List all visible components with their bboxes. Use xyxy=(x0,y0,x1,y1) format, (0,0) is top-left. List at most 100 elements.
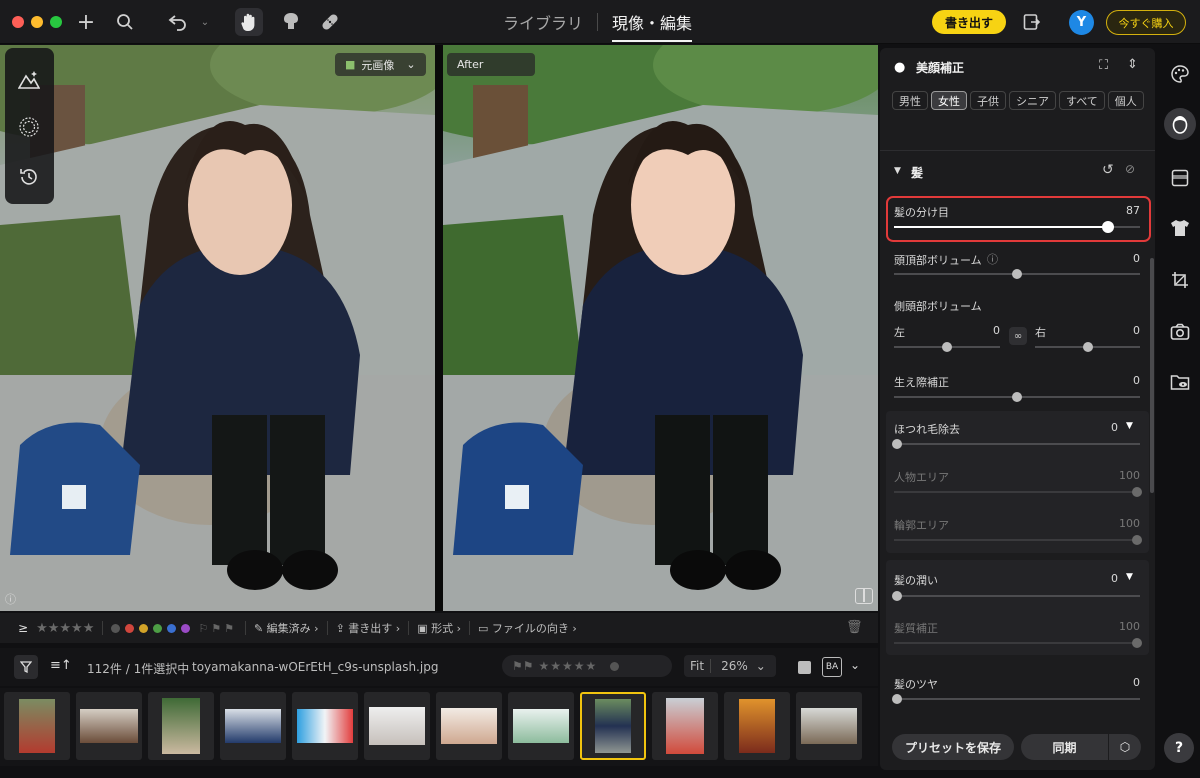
thumbnail[interactable] xyxy=(724,692,790,760)
add-icon[interactable]: + xyxy=(74,10,98,35)
rating-flag-quickset[interactable]: ⚑⚑ ★★★★★ xyxy=(502,655,672,677)
moisture-slider[interactable] xyxy=(892,591,1140,601)
thumbnail[interactable] xyxy=(436,692,502,760)
auto-adjust-mountain-icon[interactable] xyxy=(17,68,41,92)
panel-toggle-icon[interactable] xyxy=(1020,10,1044,34)
color-label-red[interactable] xyxy=(125,623,135,633)
chip-senior[interactable]: シニア xyxy=(1009,91,1056,110)
face-beauty-icon[interactable] xyxy=(1164,108,1196,140)
flag-filter-icons[interactable]: ⚐⚑⚑ xyxy=(198,622,237,635)
trash-icon[interactable]: 🗑 xyxy=(846,620,863,635)
color-label-purple[interactable] xyxy=(181,623,191,633)
thumbnail[interactable] xyxy=(508,692,574,760)
chip-male[interactable]: 男性 xyxy=(892,91,928,110)
hairline-slider[interactable] xyxy=(894,392,1140,402)
thumbnail-selected[interactable] xyxy=(580,692,646,760)
collapse-triangle-icon[interactable]: ▼ xyxy=(894,166,901,176)
single-view-icon[interactable] xyxy=(798,661,811,674)
face-detect-icon[interactable]: ⛶ xyxy=(1099,58,1108,73)
undo-history-chevron-icon[interactable]: ⌄ xyxy=(193,10,217,34)
zoom-control[interactable]: Fit 26% ⌄ xyxy=(684,655,776,677)
user-avatar[interactable]: Y xyxy=(1069,10,1094,35)
filter-funnel-icon[interactable] xyxy=(14,655,38,679)
help-icon[interactable]: ? xyxy=(1164,733,1194,763)
crown-volume-slider-knob[interactable] xyxy=(1012,269,1022,279)
texture-slider[interactable] xyxy=(894,638,1142,648)
thumbnail[interactable] xyxy=(4,692,70,760)
chip-individual[interactable]: 個人 xyxy=(1107,91,1144,110)
color-label-filter[interactable] xyxy=(111,623,191,633)
side-left-slider[interactable] xyxy=(894,342,1000,352)
palette-icon[interactable] xyxy=(1168,62,1192,86)
tab-library[interactable]: ライブラリ xyxy=(503,2,583,42)
chip-child[interactable]: 子供 xyxy=(970,91,1006,110)
rating-filter-icon[interactable]: ≥ xyxy=(18,621,28,635)
folder-eye-icon[interactable] xyxy=(1168,370,1192,394)
undo-icon[interactable] xyxy=(166,10,190,34)
format-filter[interactable]: ▣ 形式 › xyxy=(417,620,461,636)
eraser-icon[interactable]: ⊘ xyxy=(1125,162,1135,176)
side-right-slider-knob[interactable] xyxy=(1082,342,1093,352)
healing-bandage-icon[interactable] xyxy=(318,10,342,34)
before-photo[interactable] xyxy=(0,45,435,611)
split-divider[interactable] xyxy=(435,45,443,611)
compare-view-icon[interactable] xyxy=(855,588,873,604)
color-label-yellow[interactable] xyxy=(139,623,149,633)
reset-icon[interactable]: ↺ xyxy=(1102,162,1114,178)
sort-icon[interactable]: ≡↑ xyxy=(50,658,72,673)
hand-tool-icon[interactable] xyxy=(235,8,263,36)
thumbnail[interactable] xyxy=(148,692,214,760)
buy-now-button[interactable]: 今すぐ購入 xyxy=(1106,10,1186,35)
color-label-blue[interactable] xyxy=(167,623,177,633)
history-icon[interactable] xyxy=(17,165,41,189)
person-area-slider-knob[interactable] xyxy=(1132,487,1142,497)
thumbnail[interactable] xyxy=(364,692,430,760)
chip-female[interactable]: 女性 xyxy=(931,91,967,110)
face-compare-icon[interactable]: ⇕ xyxy=(1127,57,1138,72)
shine-slider-knob[interactable] xyxy=(892,694,902,704)
contour-area-slider[interactable] xyxy=(894,535,1142,545)
panel-scrollbar[interactable] xyxy=(1150,258,1154,493)
zoom-window-button[interactable] xyxy=(50,16,62,28)
tab-develop-edit[interactable]: 現像・編集 xyxy=(612,2,693,42)
crown-volume-slider[interactable] xyxy=(894,269,1140,279)
orientation-filter[interactable]: ▭ ファイルの向き › xyxy=(478,620,577,636)
flyaway-slider[interactable] xyxy=(892,439,1140,449)
before-after-view-icon[interactable]: BA xyxy=(822,657,842,677)
minimize-window-button[interactable] xyxy=(31,16,43,28)
texture-slider-knob[interactable] xyxy=(1132,638,1142,648)
before-dropdown[interactable]: ■ 元画像 ⌄ xyxy=(335,53,426,76)
after-photo[interactable] xyxy=(443,45,878,611)
moisture-slider-knob[interactable] xyxy=(892,591,902,601)
flyaway-slider-knob[interactable] xyxy=(892,439,902,449)
thumbnail[interactable] xyxy=(292,692,358,760)
side-right-slider[interactable] xyxy=(1035,342,1140,352)
save-preset-button[interactable]: プリセットを保存 xyxy=(892,734,1014,760)
texture-grid-icon[interactable] xyxy=(1168,166,1192,190)
chip-all[interactable]: すべて xyxy=(1059,91,1105,110)
dropdown-triangle-icon[interactable]: ▼ xyxy=(1126,572,1133,582)
person-area-slider[interactable] xyxy=(894,487,1142,497)
fit-button[interactable]: Fit xyxy=(684,659,712,673)
sync-button[interactable]: 同期 xyxy=(1021,734,1108,760)
mask-brush-icon[interactable] xyxy=(279,10,303,34)
info-icon[interactable]: ⓘ xyxy=(5,591,16,607)
clothing-icon[interactable] xyxy=(1168,216,1192,240)
export-filter[interactable]: ⇪ 書き出す › xyxy=(336,620,401,636)
contour-area-slider-knob[interactable] xyxy=(1132,535,1142,545)
export-button[interactable]: 書き出す xyxy=(932,10,1006,34)
chevron-down-icon[interactable]: ⌄ xyxy=(850,658,860,672)
close-window-button[interactable] xyxy=(12,16,24,28)
dropdown-triangle-icon[interactable]: ▼ xyxy=(1126,421,1133,431)
color-label-green[interactable] xyxy=(153,623,163,633)
rating-stars[interactable]: ★★★★★ xyxy=(36,621,94,636)
camera-icon[interactable] xyxy=(1168,320,1192,344)
hairline-slider-knob[interactable] xyxy=(1012,392,1022,402)
thumbnail[interactable] xyxy=(796,692,862,760)
search-icon[interactable] xyxy=(113,10,137,34)
thumbnail[interactable] xyxy=(76,692,142,760)
thumbnail[interactable] xyxy=(652,692,718,760)
info-icon[interactable]: ⓘ xyxy=(987,251,998,267)
edited-filter[interactable]: ✎ 編集済み › xyxy=(254,620,319,636)
radial-filter-icon[interactable] xyxy=(17,115,41,139)
